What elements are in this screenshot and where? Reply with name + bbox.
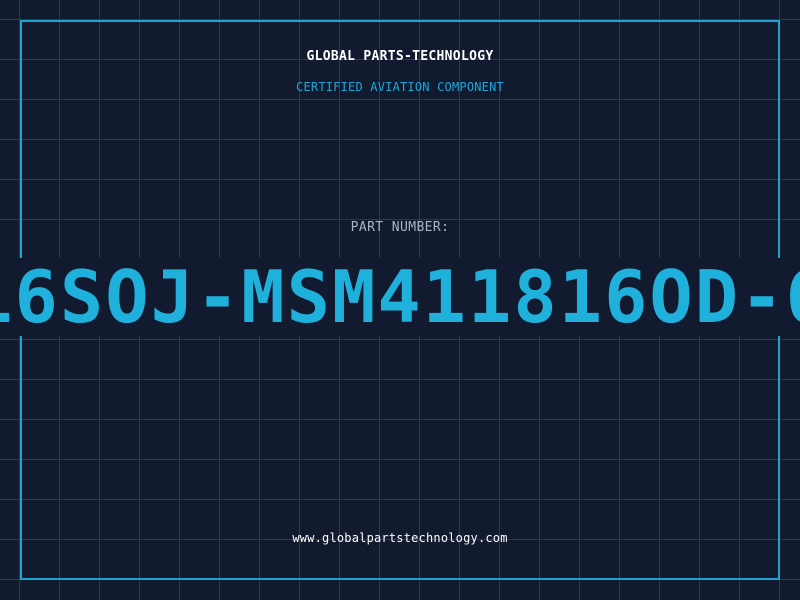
part-number-band: 16SOJ-MSM411816OD-6 bbox=[0, 258, 800, 336]
brand-title: GLOBAL PARTS-TECHNOLOGY bbox=[306, 49, 494, 64]
website-url: www.globalpartstechnology.com bbox=[292, 531, 508, 545]
part-number-label: PART NUMBER: bbox=[350, 220, 450, 235]
certification-tagline: CERTIFIED AVIATION COMPONENT bbox=[296, 80, 504, 94]
part-number-value: 16SOJ-MSM411816OD-6 bbox=[0, 258, 800, 336]
part-label-card: GLOBAL PARTS-TECHNOLOGY CERTIFIED AVIATI… bbox=[0, 0, 800, 600]
